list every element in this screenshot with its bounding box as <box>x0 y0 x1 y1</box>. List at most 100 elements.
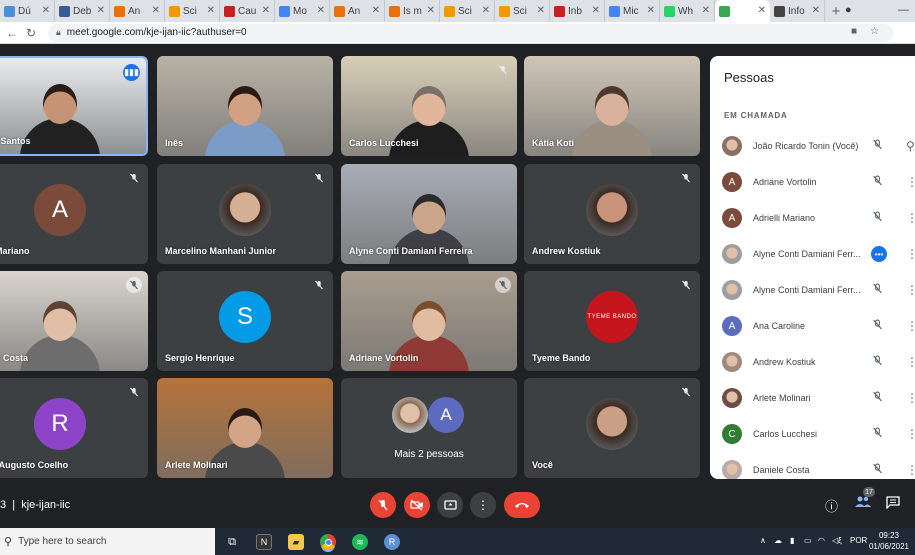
participant-tile[interactable]: Aelli Mariano <box>0 164 148 264</box>
volume-icon[interactable]: ◁ξ <box>832 536 842 545</box>
participant-tile[interactable]: Arlete Molinari <box>157 378 333 478</box>
mic-off-button[interactable] <box>370 492 396 518</box>
browser-tab[interactable]: Cau ✕ <box>220 0 275 22</box>
person-more-options-icon[interactable]: ⋮ <box>906 247 915 261</box>
browser-tab[interactable]: An ✕ <box>330 0 385 22</box>
language-indicator[interactable]: POR <box>850 536 867 545</box>
browser-tab[interactable]: Dú ✕ <box>0 0 55 22</box>
task-view-icon[interactable]: ⧉ <box>224 534 240 550</box>
battery-icon[interactable]: ▭ <box>804 536 812 545</box>
participant-tile[interactable]: Andrew Kostiuk <box>524 164 700 264</box>
tab-close-icon[interactable]: ✕ <box>207 5 215 16</box>
mute-mic-icon[interactable] <box>872 211 883 225</box>
system-clock[interactable]: 09:23 01/06/2021 <box>866 530 912 552</box>
participant-tile[interactable]: Inês <box>157 56 333 156</box>
bookmark-star-icon[interactable]: ☆ <box>870 26 879 37</box>
chrome-icon[interactable] <box>320 534 336 550</box>
tab-close-icon[interactable]: ✕ <box>97 5 105 16</box>
participant-tile[interactable]: niele Costa <box>0 271 148 371</box>
camera-indicator-icon[interactable]: ■ <box>851 26 857 37</box>
person-more-options-icon[interactable]: ⋮ <box>906 463 915 477</box>
tab-close-icon[interactable]: ✕ <box>152 5 160 16</box>
participant-tile[interactable]: nilo Santos ▮▮▮ <box>0 56 148 156</box>
browser-tab[interactable]: Inb ✕ <box>550 0 605 22</box>
tab-close-icon[interactable]: ✕ <box>42 5 50 16</box>
tab-close-icon[interactable]: ✕ <box>372 5 380 16</box>
browser-tab[interactable]: Sci ✕ <box>165 0 220 22</box>
file-explorer-icon[interactable]: ▰ <box>288 534 304 550</box>
people-list-item[interactable]: Alyne Conti Damiani Ferr... ••• ⋮ <box>710 236 915 272</box>
participant-tile[interactable]: Rério Augusto Coelho <box>0 378 148 478</box>
participant-tile[interactable]: Você <box>524 378 700 478</box>
participant-tile[interactable]: Adriane Vortolin <box>341 271 517 371</box>
url-field[interactable]: 🔒︎ meet.google.com/kje-ijan-iic?authuser… <box>48 23 893 42</box>
people-list-item[interactable]: C Carlos Lucchesi ⋮ <box>710 416 915 452</box>
mute-mic-icon[interactable] <box>872 283 883 297</box>
tab-close-icon[interactable]: ✕ <box>758 5 766 16</box>
wifi-icon[interactable]: ◠ <box>818 536 825 545</box>
browser-tab[interactable]: ✕ <box>715 0 770 22</box>
info-icon[interactable]: ⓘ <box>825 496 838 515</box>
participant-tile[interactable]: Kátia Koti <box>524 56 700 156</box>
participant-tile[interactable]: Alyne Conti Damiani Ferreira <box>341 164 517 264</box>
people-list-item[interactable]: A Ana Caroline ⋮ <box>710 308 915 344</box>
participant-tile[interactable]: A Mais 2 pessoas <box>341 378 517 478</box>
spotify-icon[interactable]: ≋ <box>352 534 368 550</box>
camera-off-button[interactable] <box>404 492 430 518</box>
minimize-button[interactable]: — <box>898 4 909 16</box>
tab-close-icon[interactable]: ✕ <box>812 5 820 16</box>
person-more-options-icon[interactable]: ⋮ <box>906 283 915 297</box>
people-list-item[interactable]: A Adrielli Mariano ⋮ <box>710 200 915 236</box>
participant-tile[interactable]: Carlos Lucchesi <box>341 56 517 156</box>
people-list-item[interactable]: Arlete Molinari ⋮ <box>710 380 915 416</box>
taskbar-search[interactable]: ⚲ Type here to search <box>0 528 215 555</box>
mute-mic-icon[interactable] <box>872 463 883 477</box>
r-app-icon[interactable]: R <box>384 534 400 550</box>
mute-mic-icon[interactable] <box>872 355 883 369</box>
pin-icon[interactable]: ⚲ <box>906 139 915 153</box>
tab-close-icon[interactable]: ✕ <box>427 5 435 16</box>
tab-close-icon[interactable]: ✕ <box>702 5 710 16</box>
tab-close-icon[interactable]: ✕ <box>482 5 490 16</box>
browser-tab[interactable]: Mic ✕ <box>605 0 660 22</box>
browser-tab[interactable]: Deb ✕ <box>55 0 110 22</box>
browser-tab[interactable]: Is m ✕ <box>385 0 440 22</box>
profile-icon[interactable]: ● <box>845 4 852 16</box>
reload-icon[interactable]: ↻ <box>26 26 40 40</box>
mute-mic-icon[interactable] <box>872 391 883 405</box>
participant-tile[interactable]: Marcelino Manhani Junior <box>157 164 333 264</box>
person-more-options-icon[interactable]: ⋮ <box>906 175 915 189</box>
mic-tray-icon[interactable]: ▮ <box>790 536 794 545</box>
new-tab-button[interactable]: + <box>825 0 847 22</box>
tab-close-icon[interactable]: ✕ <box>317 5 325 16</box>
browser-tab[interactable]: Sci ✕ <box>495 0 550 22</box>
back-icon[interactable]: ← <box>6 26 20 40</box>
more-options-button[interactable]: ⋮ <box>470 492 496 518</box>
tab-close-icon[interactable]: ✕ <box>647 5 655 16</box>
mute-mic-icon[interactable] <box>872 175 883 189</box>
leave-call-button[interactable] <box>504 492 540 518</box>
person-more-options-icon[interactable]: ⋮ <box>906 427 915 441</box>
browser-tab[interactable]: An ✕ <box>110 0 165 22</box>
cloud-icon[interactable]: ☁ <box>774 536 782 545</box>
people-list-item[interactable]: A Adriane Vortolin ⋮ <box>710 164 915 200</box>
tab-close-icon[interactable]: ✕ <box>592 5 600 16</box>
mute-mic-icon[interactable] <box>872 319 883 333</box>
person-more-options-icon[interactable]: ⋮ <box>906 391 915 405</box>
browser-tab[interactable]: Wh ✕ <box>660 0 715 22</box>
person-more-options-icon[interactable]: ⋮ <box>906 319 915 333</box>
people-list-item[interactable]: João Ricardo Tonin (Você) ⚲ <box>710 128 915 164</box>
person-more-options-icon[interactable]: ⋮ <box>906 211 915 225</box>
people-list-item[interactable]: Alyne Conti Damiani Ferr... ⋮ <box>710 272 915 308</box>
mute-mic-icon[interactable] <box>872 427 883 441</box>
present-screen-button[interactable] <box>437 492 463 518</box>
browser-tab[interactable]: Info ✕ <box>770 0 825 22</box>
browser-tab[interactable]: Mo ✕ <box>275 0 330 22</box>
participant-tile[interactable]: S Sergio Henrique <box>157 271 333 371</box>
notion-icon[interactable]: N <box>256 534 272 550</box>
tab-close-icon[interactable]: ✕ <box>262 5 270 16</box>
people-icon[interactable] <box>855 496 871 511</box>
tray-chevron-icon[interactable]: ∧ <box>760 536 766 545</box>
tab-close-icon[interactable]: ✕ <box>537 5 545 16</box>
people-list-item[interactable]: Andrew Kostiuk ⋮ <box>710 344 915 380</box>
